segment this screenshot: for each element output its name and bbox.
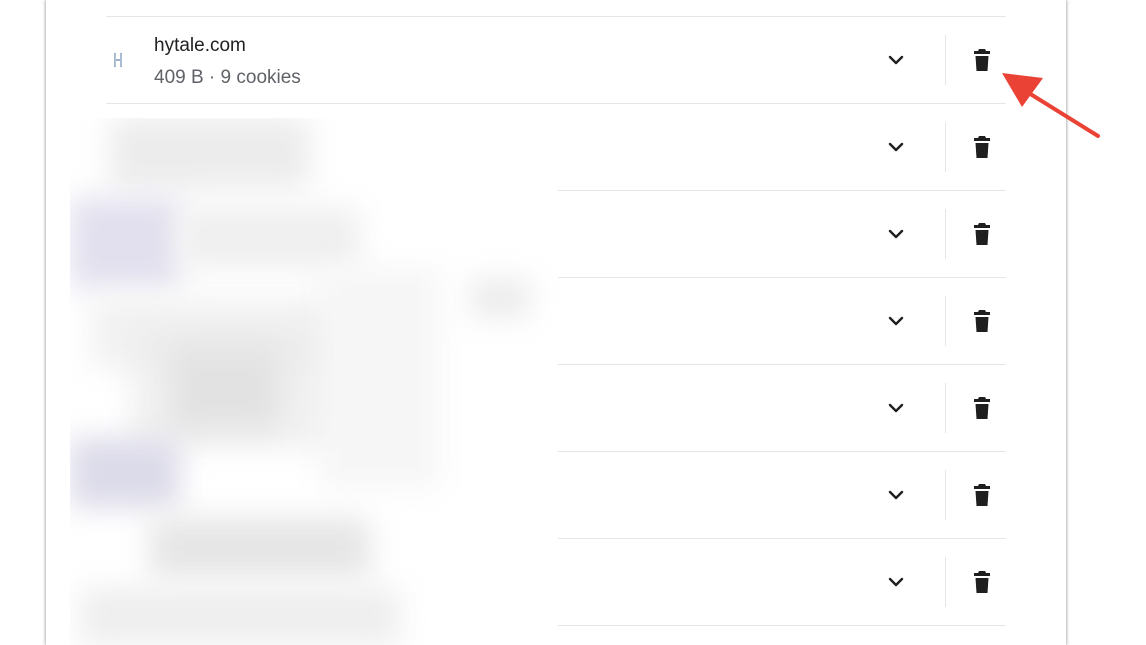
trash-icon — [974, 49, 990, 71]
trash-icon — [974, 310, 990, 332]
site-storage-info: 409 B · 9 cookies — [154, 67, 301, 88]
chevron-down-icon — [888, 142, 904, 152]
delete-button[interactable] — [964, 42, 1000, 78]
expand-button[interactable] — [878, 129, 914, 165]
trash-icon — [974, 136, 990, 158]
trash-icon — [974, 397, 990, 419]
site-name: hytale.com — [154, 35, 246, 56]
trash-icon — [974, 484, 990, 506]
delete-button[interactable] — [964, 564, 1000, 600]
expand-button[interactable] — [878, 216, 914, 252]
expand-button[interactable] — [878, 42, 914, 78]
delete-button[interactable] — [964, 390, 1000, 426]
expand-button[interactable] — [878, 477, 914, 513]
expand-button[interactable] — [878, 564, 914, 600]
separator — [945, 383, 946, 433]
chevron-down-icon — [888, 403, 904, 413]
expand-button[interactable] — [878, 303, 914, 339]
chevron-down-icon — [888, 316, 904, 326]
hytale-favicon-icon — [112, 51, 124, 69]
separator — [945, 35, 946, 85]
chevron-down-icon — [888, 55, 904, 65]
trash-icon — [974, 571, 990, 593]
delete-button[interactable] — [964, 216, 1000, 252]
separator — [945, 209, 946, 259]
separator — [945, 557, 946, 607]
chevron-down-icon — [888, 490, 904, 500]
separator — [945, 296, 946, 346]
separator — [945, 122, 946, 172]
delete-button[interactable] — [964, 303, 1000, 339]
chevron-down-icon — [888, 577, 904, 587]
expand-button[interactable] — [878, 390, 914, 426]
redacted-content — [70, 118, 560, 645]
trash-icon — [974, 223, 990, 245]
separator — [945, 470, 946, 520]
site-row: hytale.com 409 B · 9 cookies — [106, 17, 1006, 104]
chevron-down-icon — [888, 229, 904, 239]
divider — [558, 625, 1006, 626]
delete-button[interactable] — [964, 477, 1000, 513]
delete-button[interactable] — [964, 129, 1000, 165]
